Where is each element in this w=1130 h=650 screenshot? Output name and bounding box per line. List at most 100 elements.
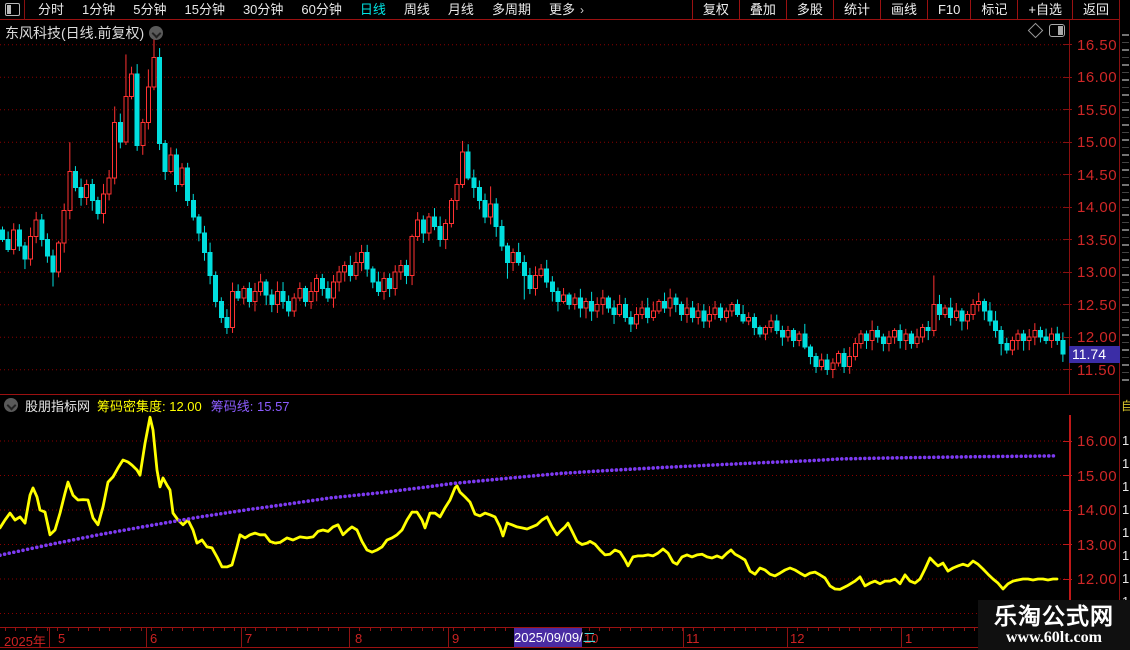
week-tick [703, 628, 705, 631]
sub-axis-tick [1063, 544, 1072, 545]
indicator-dropdown-icon[interactable] [4, 398, 18, 412]
diamond-marker-icon[interactable] [1027, 22, 1044, 39]
period-tab-7[interactable]: 日线 [351, 0, 395, 19]
week-tick [609, 628, 611, 631]
period-tab-2[interactable]: 1分钟 [73, 0, 124, 19]
action-button-9[interactable]: 返回 [1071, 0, 1120, 19]
strip-digit: 1 [1122, 548, 1130, 563]
month-separator [683, 628, 684, 647]
sub-axis-tick [1063, 578, 1072, 580]
sub-axis-tick [1063, 509, 1072, 511]
strip-digit: 1 [1122, 502, 1130, 517]
week-tick [494, 628, 496, 631]
year-label: 2025年 [4, 634, 46, 649]
week-tick [890, 628, 892, 631]
action-button-5[interactable]: 画线 [879, 0, 927, 19]
indicator-header: 股朋指标网 筹码密集度: 12.00 筹码线: 15.57 [4, 396, 299, 414]
week-tick [5, 628, 6, 631]
period-tab-1[interactable]: 分时 [29, 0, 73, 19]
watermark-box: 乐淘公式网 www.60lt.com [978, 600, 1130, 650]
period-tab-4[interactable]: 15分钟 [175, 0, 233, 19]
action-button-3[interactable]: 多股 [785, 0, 833, 19]
week-tick [776, 628, 778, 631]
sub-axis-value-label: 16.00 [1077, 433, 1118, 450]
sub-axis-value-label: 14.00 [1077, 502, 1118, 519]
month-separator [241, 628, 242, 647]
week-tick [275, 628, 277, 631]
week-tick [401, 628, 402, 631]
title-dropdown-icon[interactable] [149, 26, 164, 40]
week-tick [119, 628, 121, 631]
strip-tab-char: 自 [1121, 397, 1130, 414]
action-button-2[interactable]: 叠加 [738, 0, 786, 19]
watermark-site-name: 乐淘公式网 [994, 603, 1114, 629]
indicator-plot[interactable] [0, 415, 1066, 625]
action-button-6[interactable]: F10 [926, 0, 970, 19]
week-tick [953, 628, 955, 631]
sub-axis-tick [1063, 475, 1072, 476]
week-tick [640, 628, 642, 631]
month-label-12: 12 [790, 631, 805, 646]
period-button-group: 分时 1分钟 5分钟 15分钟 30分钟 60分钟 日线 周线 月线 多周期 更多 › [29, 0, 590, 19]
chart-corner-icons [1027, 22, 1065, 39]
action-button-7[interactable]: 标记 [970, 0, 1017, 19]
period-toolbar: 分时 1分钟 5分钟 15分钟 30分钟 60分钟 日线 周线 月线 多周期 更多 › 复权 叠加 多股统… [0, 0, 1130, 20]
more-chevron-icon: › [579, 2, 584, 17]
week-tick [46, 628, 48, 631]
period-tab-10[interactable]: 多周期 [483, 0, 540, 19]
action-button-1[interactable]: 复权 [691, 0, 739, 19]
week-tick [442, 628, 444, 631]
month-separator [49, 628, 50, 647]
week-tick [161, 628, 163, 631]
right-panel-strip[interactable]: 自 11111111 [1119, 0, 1130, 650]
week-tick [77, 628, 79, 631]
week-tick [473, 628, 475, 631]
month-label-5: 5 [58, 631, 66, 646]
week-tick [849, 628, 850, 631]
period-tab-9[interactable]: 月线 [439, 0, 483, 19]
week-tick [265, 628, 267, 631]
candlestick-plot[interactable] [0, 20, 1066, 394]
week-tick [307, 628, 309, 631]
action-button-4[interactable]: 统计 [832, 0, 880, 19]
main-axis-price-label: 12.50 [1077, 296, 1118, 314]
period-tab-8[interactable]: 周线 [395, 0, 439, 19]
main-axis-tick [1063, 76, 1072, 78]
main-axis-price-label: 11.50 [1077, 361, 1116, 379]
month-label-11: 11 [686, 631, 700, 646]
period-tab-5[interactable]: 30分钟 [234, 0, 292, 19]
week-tick [817, 628, 819, 631]
main-axis-price-label: 15.50 [1077, 101, 1118, 119]
main-axis-price-label: 16.50 [1077, 36, 1118, 54]
week-tick [922, 628, 923, 631]
time-axis[interactable]: 2025年 2025/09/09/二 5 6 7 8 9 10 11 12 1 [0, 627, 1130, 649]
week-tick [807, 628, 809, 631]
week-tick [619, 628, 621, 631]
period-tab-6[interactable]: 60分钟 [292, 0, 350, 19]
split-window-icon[interactable] [1049, 24, 1065, 37]
period-tab-3[interactable]: 5分钟 [124, 0, 175, 19]
week-tick [974, 628, 976, 631]
strip-digit: 1 [1122, 479, 1130, 494]
main-axis-tick [1063, 44, 1072, 46]
week-tick [296, 628, 298, 631]
main-axis-price-label: 14.50 [1077, 166, 1118, 184]
selected-date-highlight: 2025/09/09/二 [514, 628, 596, 647]
week-tick [828, 628, 830, 631]
main-axis-tick [1063, 271, 1072, 273]
week-tick [380, 628, 382, 631]
main-axis-tick [1063, 174, 1072, 176]
week-tick [109, 628, 111, 631]
window-layout-icon[interactable] [5, 3, 20, 16]
sub-axis-tick [1063, 440, 1072, 442]
action-button-8[interactable]: +自选 [1017, 0, 1072, 19]
sub-axis-value-label: 15.00 [1077, 467, 1118, 485]
period-tab-11[interactable]: 更多 [540, 0, 584, 19]
sub-axis-value-label: 13.00 [1077, 536, 1118, 554]
toolbar-actions-group: 复权 叠加 多股 统计 画线 F10 标记 +自选 返回 [691, 0, 1120, 19]
main-axis-price-label: 16.00 [1077, 69, 1118, 87]
main-axis-tick [1063, 141, 1072, 143]
month-separator [349, 628, 350, 647]
week-tick [484, 628, 486, 631]
week-tick [744, 628, 746, 631]
